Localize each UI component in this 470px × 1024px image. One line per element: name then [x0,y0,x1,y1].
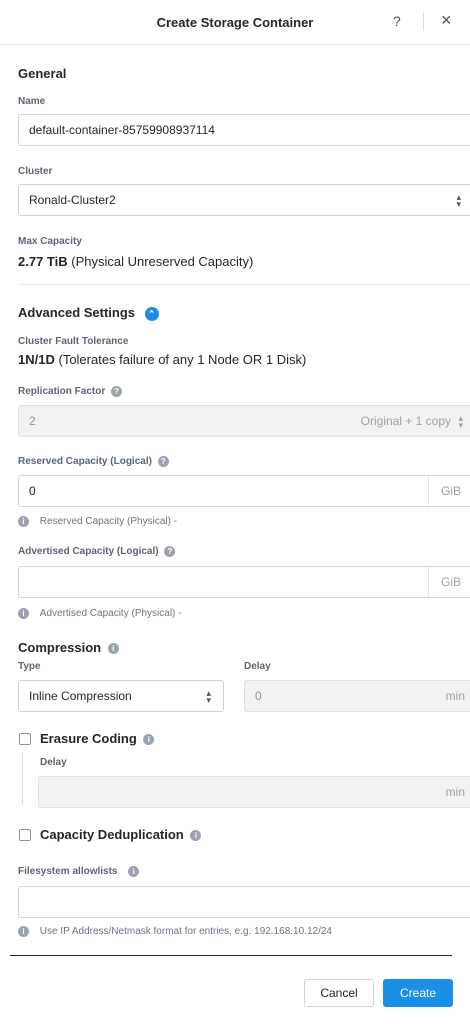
filesystem-hint: Use IP Address/Netmask format for entrie… [39,926,332,938]
reserved-capacity-value: 0 [29,484,36,498]
cluster-label: Cluster [18,166,53,177]
compression-type-label: Type [18,661,41,672]
filesystem-allowlists-label: Filesystem allowlists [18,866,118,878]
reserved-capacity-label: Reserved Capacity (Logical) [18,456,152,468]
advanced-settings-title: Advanced Settings ⌃ [18,305,159,321]
unit-divider [428,476,429,506]
fault-tolerance-desc: (Tolerates failure of any 1 Node OR 1 Di… [58,352,307,367]
question-icon[interactable]: ? [157,456,169,467]
capacity-dedup-label-row: Capacity Deduplication i [40,827,202,842]
select-caret-icon: ▴ ▾ [458,413,463,430]
fault-tolerance-label: Cluster Fault Tolerance [18,336,129,347]
erasure-delay-label: Delay [40,757,67,768]
name-label: Name [18,96,46,107]
chevron-up-icon[interactable]: ⌃ [144,306,159,321]
erasure-coding-label[interactable]: Erasure Coding [40,731,137,746]
reserved-physical-hint-row: i Reserved Capacity (Physical) - [18,516,177,527]
advanced-settings-label: Advanced Settings [18,305,136,320]
info-icon[interactable]: i [190,830,202,842]
max-capacity-value: 2.77 TiB [18,254,68,269]
info-icon[interactable]: i [128,866,140,877]
max-capacity-label: Max Capacity [18,236,82,247]
question-icon[interactable]: ? [164,546,176,557]
advertised-capacity-label-row: Advertised Capacity (Logical) ? [18,546,176,558]
section-divider [18,284,470,285]
reserved-physical-hint: Reserved Capacity (Physical) - [39,516,178,528]
advertised-capacity-label: Advertised Capacity (Logical) [18,546,159,558]
fault-tolerance-value: 1N/1D [18,352,55,367]
cluster-select[interactable]: Ronald-Cluster2 ▴ ▾ [18,184,470,216]
max-capacity-value-row: 2.77 TiB (Physical Unreserved Capacity) [18,254,253,269]
info-icon[interactable]: i [107,643,119,655]
compression-delay-label: Delay [244,661,271,672]
filesystem-allowlists-label-row: Filesystem allowlists i [18,866,140,878]
reserved-capacity-input[interactable]: 0 GiB [18,475,470,507]
replication-factor-label-row: Replication Factor ? [18,386,123,398]
capacity-dedup-label[interactable]: Capacity Deduplication [40,827,184,842]
max-capacity-desc: (Physical Unreserved Capacity) [71,254,254,269]
indent-line [22,752,23,804]
footer-divider [10,955,452,956]
compression-title: Compression [18,640,102,655]
reserved-capacity-label-row: Reserved Capacity (Logical) ? [18,456,169,467]
replication-factor-select[interactable]: 2 Original + 1 copy ▴ ▾ [18,405,470,437]
capacity-dedup-checkbox[interactable] [19,829,31,841]
advertised-capacity-unit: GiB [440,575,461,589]
name-input[interactable]: default-container-85759908937114 [18,114,470,146]
erasure-coding-label-row: Erasure Coding i [40,731,155,746]
compression-delay-input[interactable]: 0 min [244,680,470,712]
select-caret-icon: ▴ ▾ [456,192,461,209]
compression-delay-unit: min [445,689,465,703]
dialog-header: Create Storage Container ? × [0,0,470,45]
select-caret-icon: ▴ ▾ [206,688,211,705]
compression-type-value: Inline Compression [29,689,132,703]
question-icon[interactable]: ? [111,386,123,397]
advertised-capacity-input[interactable]: GiB [18,566,470,598]
cluster-select-value: Ronald-Cluster2 [29,193,116,207]
compression-title-row: Compression i [18,640,119,655]
replication-factor-label: Replication Factor [18,386,106,398]
info-icon: i [18,926,29,937]
name-input-value: default-container-85759908937114 [29,123,215,137]
erasure-delay-input[interactable]: min [38,776,470,808]
advertised-physical-hint-row: i Advertised Capacity (Physical) - [18,608,182,619]
compression-type-select[interactable]: Inline Compression ▴ ▾ [18,680,224,712]
filesystem-hint-row: i Use IP Address/Netmask format for entr… [18,926,332,937]
info-icon[interactable]: i [143,734,155,746]
create-button[interactable]: Create [383,979,453,1007]
general-section-title: General [18,66,67,81]
info-icon: i [18,516,29,527]
reserved-capacity-unit: GiB [440,484,461,498]
erasure-delay-unit: min [445,785,465,799]
erasure-coding-checkbox[interactable] [19,733,31,745]
advertised-physical-hint: Advertised Capacity (Physical) - [39,608,182,620]
header-divider [423,13,424,31]
fault-tolerance-value-row: 1N/1D (Tolerates failure of any 1 Node O… [18,352,306,367]
compression-delay-value: 0 [255,689,262,703]
replication-factor-value: 2 [29,414,36,428]
info-icon: i [18,608,29,619]
replication-factor-suffix: Original + 1 copy [360,414,451,428]
unit-divider [428,567,429,597]
close-icon[interactable]: × [441,10,452,31]
cancel-button[interactable]: Cancel [304,979,374,1007]
help-icon[interactable]: ? [393,13,401,29]
filesystem-allowlists-input[interactable] [18,886,470,918]
